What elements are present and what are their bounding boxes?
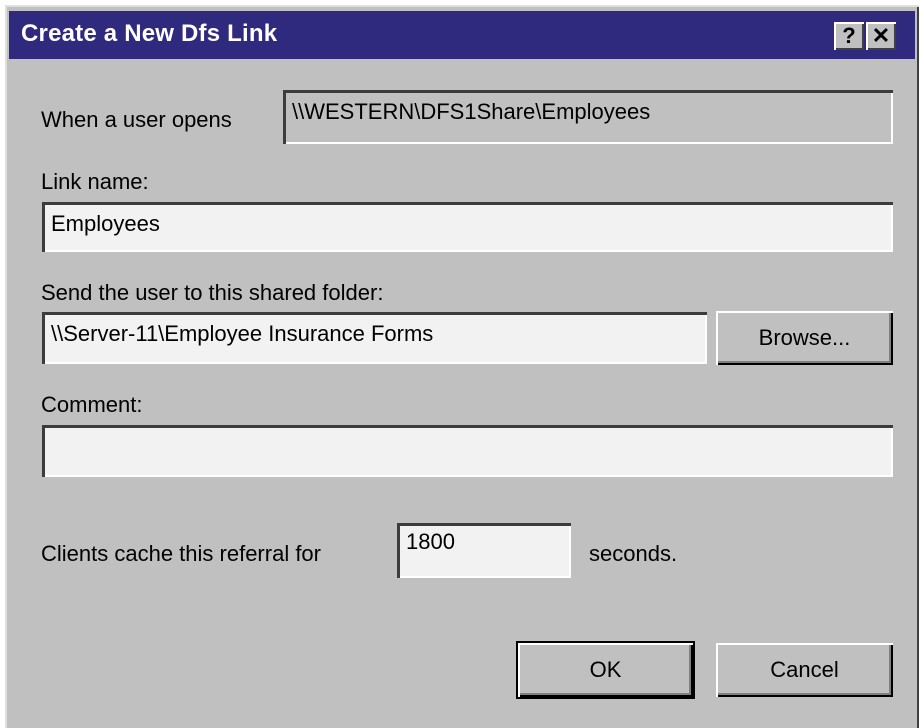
shared-folder-label: Send the user to this shared folder: <box>41 280 384 305</box>
cache-seconds-input[interactable]: 1800 <box>397 523 571 578</box>
when-user-opens-field: \\WESTERN\DFS1Share\Employees <box>283 90 893 144</box>
close-button[interactable]: ✕ <box>866 22 896 50</box>
help-icon: ? <box>842 23 856 48</box>
close-icon: ✕ <box>871 23 891 48</box>
ok-button[interactable]: OK <box>518 643 693 697</box>
help-button[interactable]: ? <box>834 22 864 50</box>
comment-label: Comment: <box>41 392 143 417</box>
link-name-input[interactable]: Employees <box>42 202 893 252</box>
cancel-button[interactable]: Cancel <box>716 643 893 697</box>
link-name-label: Link name: <box>41 169 149 194</box>
cache-unit-label: seconds. <box>589 541 678 566</box>
shared-folder-input[interactable]: \\Server-11\Employee Insurance Forms <box>42 312 707 364</box>
title-bar: Create a New Dfs Link ? ✕ <box>9 11 915 59</box>
browse-button[interactable]: Browse... <box>716 311 893 365</box>
cache-label: Clients cache this referral for <box>41 541 321 566</box>
create-dfs-link-dialog: Create a New Dfs Link ? ✕ When a user op… <box>5 5 919 728</box>
comment-input[interactable] <box>42 425 893 477</box>
dialog-title: Create a New Dfs Link <box>21 20 278 47</box>
when-user-opens-label: When a user opens <box>41 107 232 132</box>
